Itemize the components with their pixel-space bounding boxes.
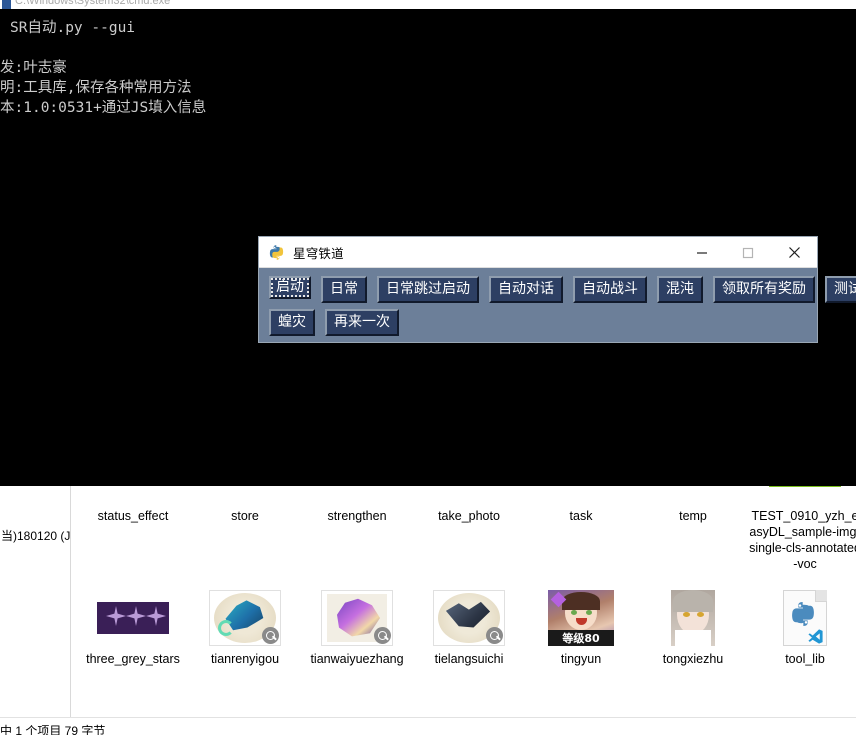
thumbnail-magnifier-icon xyxy=(262,627,279,644)
dialog-button[interactable]: 混沌 xyxy=(657,276,703,303)
explorer-item-label: status_effect xyxy=(97,509,169,523)
explorer-item-label: tingyun xyxy=(560,652,602,666)
explorer-item[interactable]: tianrenyigou xyxy=(189,590,301,667)
dialog-button[interactable]: 自动对话 xyxy=(489,276,563,303)
explorer-item-label: tongxiezhu xyxy=(662,652,724,666)
task-icon xyxy=(545,486,617,503)
three-grey-stars-icon xyxy=(97,590,169,646)
explorer-item-label: task xyxy=(569,509,593,523)
thumbnail-magnifier-icon xyxy=(486,627,503,644)
explorer-item-label: three_grey_stars xyxy=(86,652,180,666)
explorer-item-label: tielangsuichi xyxy=(434,652,504,666)
python-file-icon xyxy=(769,590,841,646)
minimize-icon[interactable] xyxy=(679,237,725,268)
dialog-title: 星穹铁道 xyxy=(293,246,344,261)
star-rail-dialog: 星穹铁道 启动 日常 日常跳过启动 自动对话 自动战斗 混沌 领取所有奖励 测试 蝗灾 再来一次 xyxy=(258,236,856,343)
explorer-item-label: tianwaiyuezhang xyxy=(310,652,404,666)
explorer-item-label: temp xyxy=(679,509,707,523)
file-explorer-window: 当)180120 (J:) Ustatus_effectstore强化stren… xyxy=(0,486,856,735)
take-photo-icon xyxy=(433,486,505,503)
screen: C:\Windows\System32\cmd.exe SR自动.py --gu… xyxy=(0,0,856,735)
explorer-item[interactable]: take_photo xyxy=(413,486,525,524)
console-line: SR自动.py --gui xyxy=(10,20,136,36)
tianrenyigou-icon xyxy=(209,590,281,646)
explorer-item-label: tianrenyigou xyxy=(210,652,280,666)
explorer-item[interactable]: Ustatus_effect xyxy=(77,486,189,524)
console-title: C:\Windows\System32\cmd.exe xyxy=(15,0,171,7)
dialog-button[interactable]: 蝗灾 xyxy=(269,309,315,336)
python-logo-icon xyxy=(268,244,285,261)
statusbar-text: 中 1 个项目 79 字节 xyxy=(0,724,106,735)
explorer-item-label: TEST_0910_yzh_easyDL_sample-img-single-c… xyxy=(749,509,856,571)
dialog-button[interactable]: 启动 xyxy=(269,276,311,299)
explorer-item[interactable]: temp xyxy=(637,486,749,524)
explorer-item[interactable]: tianwaiyuezhang xyxy=(301,590,413,667)
dialog-button[interactable]: 领取所有奖励 xyxy=(713,276,815,303)
dialog-button[interactable]: 日常 xyxy=(321,276,367,303)
explorer-navigation-pane: 当)180120 (J:) xyxy=(0,486,71,717)
thumbnail-magnifier-icon xyxy=(374,627,391,644)
explorer-item-label: tool_lib xyxy=(785,652,825,666)
explorer-item[interactable]: tielangsuichi xyxy=(413,590,525,667)
explorer-item-label: store xyxy=(231,509,259,523)
tongxiezhu-icon xyxy=(657,590,729,646)
console-line: 本:1.0:0531+通过JS填入信息 xyxy=(0,100,207,116)
explorer-item[interactable]: store xyxy=(189,486,301,524)
explorer-item[interactable]: TEST_0910_yzh_easyDL_sample-img-single-c… xyxy=(749,486,856,572)
dialog-titlebar[interactable]: 星穹铁道 xyxy=(259,237,817,268)
explorer-statusbar: 中 1 个项目 79 字节 xyxy=(0,717,856,735)
explorer-item[interactable]: task xyxy=(525,486,637,524)
tielangsuichi-icon xyxy=(433,590,505,646)
test-dataset-icon xyxy=(769,486,841,503)
explorer-item[interactable]: 强化 strengthen xyxy=(301,486,413,524)
console-line: 发:叶志豪 xyxy=(0,60,67,76)
button-row-1: 启动 日常 日常跳过启动 自动对话 自动战斗 混沌 领取所有奖励 测试 xyxy=(269,276,856,303)
explorer-item[interactable]: tongxiezhu xyxy=(637,590,749,667)
strengthen-icon: 强化 xyxy=(321,486,393,503)
console-titlebar[interactable]: C:\Windows\System32\cmd.exe xyxy=(0,0,856,9)
explorer-item-label: take_photo xyxy=(438,509,500,523)
sidebar-item-drive[interactable]: 当)180120 (J:) xyxy=(0,486,70,544)
dialog-button[interactable]: 日常跳过启动 xyxy=(377,276,479,303)
status-effect-icon: U xyxy=(97,486,169,503)
dialog-client-area: 启动 日常 日常跳过启动 自动对话 自动战斗 混沌 领取所有奖励 测试 蝗灾 再来一次 xyxy=(259,268,856,342)
explorer-item[interactable]: 等级80 tingyun xyxy=(525,590,637,667)
explorer-item-label: strengthen xyxy=(327,509,387,523)
window-controls xyxy=(679,237,817,268)
close-icon[interactable] xyxy=(771,237,817,268)
explorer-item[interactable]: three_grey_stars xyxy=(77,590,189,667)
tingyun-icon: 等级80 xyxy=(545,590,617,646)
maximize-icon[interactable] xyxy=(725,237,771,268)
dialog-button[interactable]: 自动战斗 xyxy=(573,276,647,303)
console-line: 明:工具库,保存各种常用方法 xyxy=(0,80,192,96)
tianwaiyuezhang-icon xyxy=(321,590,393,646)
dialog-button[interactable]: 测试 xyxy=(825,276,856,303)
console-app-icon xyxy=(2,0,11,9)
dialog-button[interactable]: 再来一次 xyxy=(325,309,399,336)
explorer-items-view: Ustatus_effectstore强化strengthentake_phot… xyxy=(71,486,856,717)
temp-icon xyxy=(657,486,729,503)
explorer-item[interactable]: tool_lib xyxy=(749,590,856,667)
button-row-2: 蝗灾 再来一次 xyxy=(269,309,817,336)
store-icon xyxy=(209,486,281,503)
